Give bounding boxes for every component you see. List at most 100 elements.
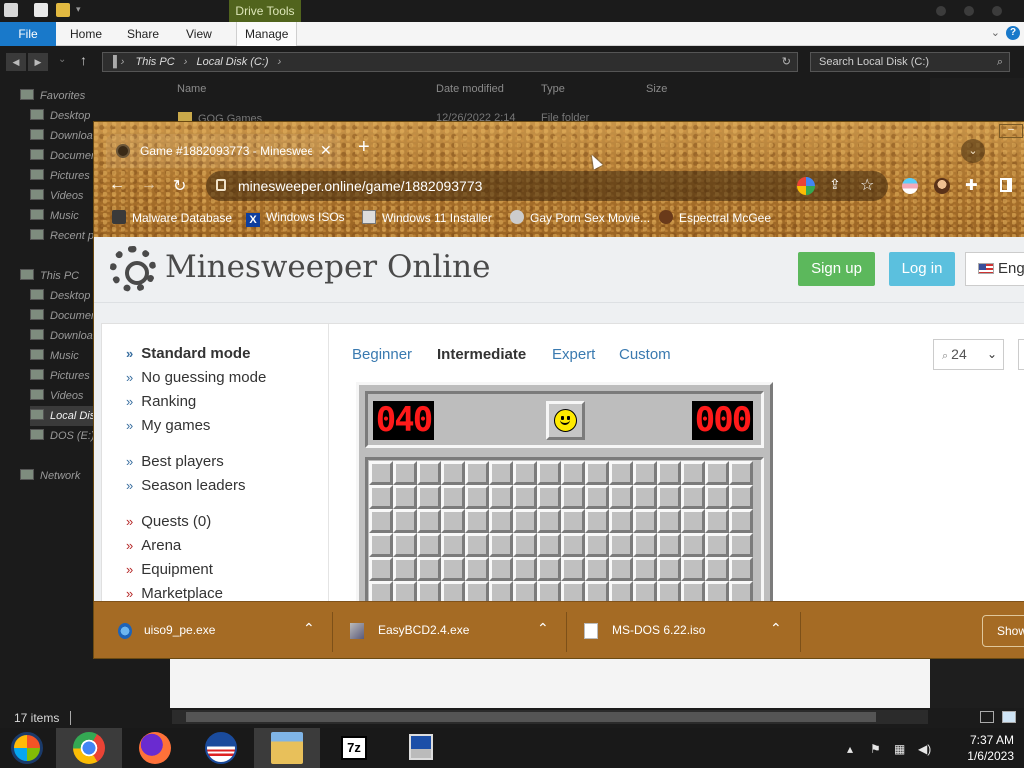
sign-up-button[interactable]: Sign up	[798, 252, 875, 286]
back-icon[interactable]: ◀	[6, 53, 26, 71]
column-header-type[interactable]: Type	[541, 83, 565, 95]
mine-cell[interactable]	[489, 485, 513, 509]
bookmark-windows-isos[interactable]: X Windows ISOs	[246, 210, 345, 227]
mine-cell[interactable]	[513, 509, 537, 533]
mine-cell[interactable]	[465, 509, 489, 533]
ribbon-tab-view[interactable]: View	[186, 22, 212, 46]
mine-cell[interactable]	[369, 533, 393, 557]
mine-cell[interactable]	[441, 461, 465, 485]
start-button[interactable]	[0, 728, 54, 768]
mine-cell[interactable]	[465, 461, 489, 485]
details-view-icon[interactable]	[980, 711, 994, 723]
bookmark-windows-11-installer[interactable]: Windows 11 Installer	[362, 210, 492, 225]
sidebar-item[interactable]: Favorites	[20, 86, 170, 106]
minesweeper-logo-icon[interactable]	[110, 246, 156, 292]
taskbar-7zip[interactable]: 7z	[320, 728, 386, 768]
mine-cell[interactable]	[705, 557, 729, 581]
mine-cell[interactable]	[465, 533, 489, 557]
url-text[interactable]: minesweeper.online/game/1882093773	[238, 178, 482, 194]
mine-cell[interactable]	[441, 557, 465, 581]
mine-cell[interactable]	[417, 509, 441, 533]
close-tab-icon[interactable]: ✕	[320, 142, 332, 159]
zoom-select[interactable]: ⌕ 24 ⌄	[933, 339, 1004, 370]
mine-cell[interactable]	[537, 557, 561, 581]
taskbar-obama-logo[interactable]	[188, 728, 254, 768]
mine-cell[interactable]	[633, 557, 657, 581]
menu-item[interactable]: » Standard mode	[126, 345, 250, 362]
mine-cell[interactable]	[393, 557, 417, 581]
mine-cell[interactable]	[369, 557, 393, 581]
bookmark-gay-porn-sex-movie[interactable]: Gay Porn Sex Movie...	[510, 210, 650, 225]
ribbon-tab-share[interactable]: Share	[127, 22, 159, 46]
close-window-icon[interactable]	[992, 6, 1002, 16]
mine-cell[interactable]	[633, 485, 657, 509]
mine-cell[interactable]	[513, 461, 537, 485]
level-beginner[interactable]: Beginner	[352, 346, 412, 363]
search-input[interactable]: Search Local Disk (C:) ⌕	[810, 52, 1010, 72]
browser-tab[interactable]: Game #1882093773 - Minesweeper Online ✕	[106, 134, 340, 168]
bookmark-malware-database[interactable]: Malware Database	[112, 210, 232, 225]
mine-cell[interactable]	[609, 509, 633, 533]
level-intermediate[interactable]: Intermediate	[437, 346, 526, 363]
mine-cell[interactable]	[489, 557, 513, 581]
mine-cell[interactable]	[681, 461, 705, 485]
quick-access-dropdown-icon[interactable]: ▾	[76, 4, 81, 15]
mine-cell[interactable]	[585, 509, 609, 533]
mine-cell[interactable]	[705, 461, 729, 485]
mine-cell[interactable]	[681, 533, 705, 557]
new-tab-icon[interactable]: +	[358, 137, 370, 157]
menu-item[interactable]: » Equipment	[126, 561, 213, 578]
taskbar-computer-app[interactable]	[386, 728, 452, 768]
column-header-name[interactable]: Name	[177, 83, 206, 95]
up-icon[interactable]: ↑	[80, 52, 87, 68]
menu-item[interactable]: » Ranking	[126, 393, 196, 410]
options-select[interactable]	[1018, 339, 1024, 370]
mine-cell[interactable]	[729, 533, 753, 557]
mine-cell[interactable]	[465, 557, 489, 581]
new-file-icon[interactable]	[34, 3, 48, 17]
menu-item[interactable]: » Season leaders	[126, 477, 245, 494]
download-menu-chevron-icon[interactable]: ⌃	[537, 620, 549, 637]
volume-icon[interactable]: ◀)	[918, 742, 931, 756]
menu-item[interactable]: » Best players	[126, 453, 224, 470]
mine-cell[interactable]	[657, 533, 681, 557]
mine-cell[interactable]	[489, 533, 513, 557]
menu-item[interactable]: » My games	[126, 417, 210, 434]
mine-cell[interactable]	[417, 533, 441, 557]
breadcrumb-this-pc[interactable]: This PC	[136, 56, 175, 68]
column-header-size[interactable]: Size	[646, 83, 667, 95]
mine-cell[interactable]	[705, 485, 729, 509]
reload-icon[interactable]: ↻	[173, 176, 186, 196]
help-icon[interactable]: ?	[1006, 26, 1020, 40]
ribbon-tab-manage[interactable]: Manage	[236, 22, 298, 46]
mine-cell[interactable]	[393, 533, 417, 557]
taskbar-chrome[interactable]	[56, 728, 122, 768]
mine-cell[interactable]	[681, 485, 705, 509]
minimize-browser-icon[interactable]: –	[999, 124, 1023, 138]
mine-cell[interactable]	[465, 485, 489, 509]
mine-cell[interactable]	[657, 461, 681, 485]
mine-cell[interactable]	[513, 557, 537, 581]
google-lens-icon[interactable]	[797, 177, 815, 195]
mine-cell[interactable]	[681, 557, 705, 581]
taskbar-firefox[interactable]	[122, 728, 188, 768]
bookmark-espectral-mcgee[interactable]: Espectral McGee	[659, 210, 771, 225]
mine-cell[interactable]	[489, 461, 513, 485]
mine-cell[interactable]	[633, 509, 657, 533]
mine-cell[interactable]	[657, 509, 681, 533]
mine-cell[interactable]	[489, 509, 513, 533]
properties-icon[interactable]	[4, 3, 18, 17]
large-icons-view-icon[interactable]	[1002, 711, 1016, 723]
forward-icon[interactable]: ▶	[28, 53, 48, 71]
mine-cell[interactable]	[561, 509, 585, 533]
ribbon-tab-file[interactable]: File	[0, 22, 56, 46]
recent-locations-icon[interactable]: ⌄	[58, 54, 66, 65]
mine-cell[interactable]	[417, 461, 441, 485]
new-folder-icon[interactable]	[56, 3, 70, 17]
mine-cell[interactable]	[705, 533, 729, 557]
mine-cell[interactable]	[513, 485, 537, 509]
show-all-downloads-button[interactable]: Show all	[982, 615, 1024, 647]
profile-avatar-icon[interactable]	[934, 178, 950, 194]
lock-icon[interactable]	[216, 179, 226, 191]
mine-cell[interactable]	[561, 533, 585, 557]
